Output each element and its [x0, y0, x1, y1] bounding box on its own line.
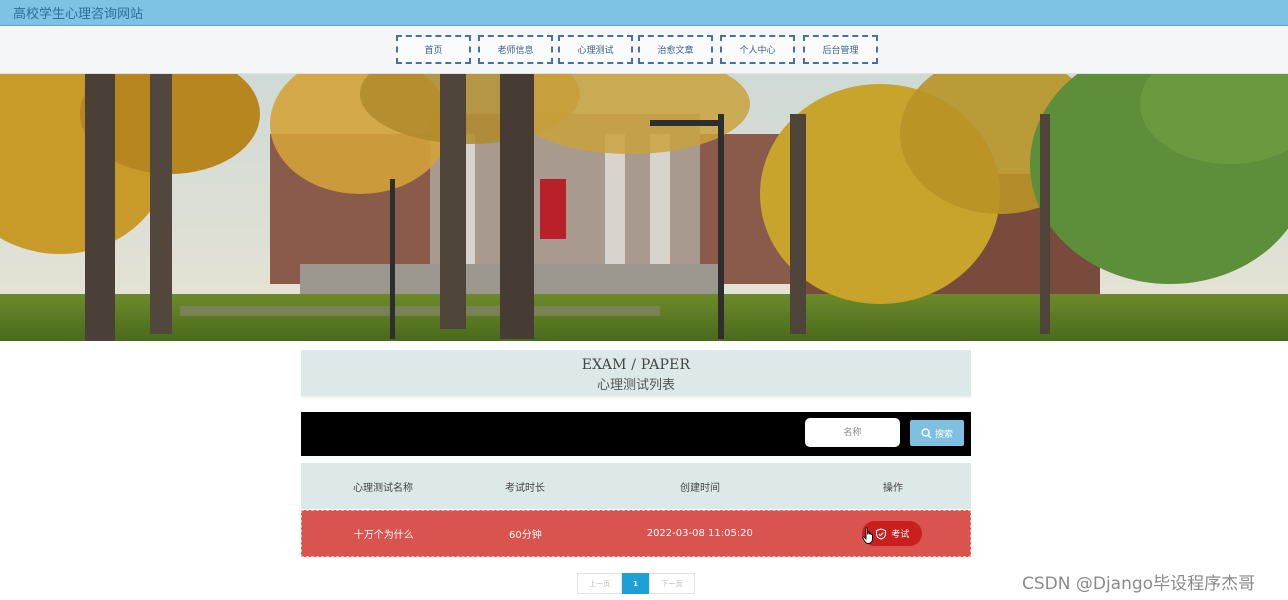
prev-page-button[interactable]: 上一页 [577, 573, 622, 594]
header-name: 心理测试名称 [353, 482, 413, 494]
search-button-label: 搜索 [934, 429, 953, 440]
banner-carousel[interactable] [0, 74, 1288, 341]
top-header-bar: 高校学生心理咨询网站 [0, 0, 1288, 26]
cell-action: 考试 [814, 521, 970, 546]
search-bar: 搜索 [301, 412, 971, 456]
pagination: 上一页 1 下一页 [577, 573, 695, 594]
search-button[interactable]: 搜索 [910, 420, 964, 446]
nav-item-teachers[interactable]: 老师信息 [478, 35, 553, 64]
exam-button[interactable]: 考试 [862, 521, 923, 546]
section-heading: EXAM / PAPER 心理测试列表 [301, 350, 971, 398]
nav-item-articles[interactable]: 治愈文章 [638, 35, 713, 64]
hand-cursor-icon [862, 527, 874, 544]
exam-table: 心理测试名称 考试时长 创建时间 操作 十万个为什么 60分钟 2022-03-… [301, 463, 971, 557]
cell-created: 2022-03-08 11:05:20 [646, 528, 753, 539]
nav-item-admin[interactable]: 后台管理 [803, 35, 878, 64]
section-title-en: EXAM / PAPER [581, 357, 691, 373]
table-row[interactable]: 十万个为什么 60分钟 2022-03-08 11:05:20 考试 [301, 510, 971, 557]
watermark: CSDN @Django毕设程序杰哥 [1022, 574, 1256, 594]
header-action: 操作 [883, 482, 903, 494]
next-page-button[interactable]: 下一页 [649, 573, 695, 594]
header-created: 创建时间 [680, 482, 720, 494]
header-duration: 考试时长 [505, 482, 545, 494]
exam-button-label: 考试 [891, 530, 910, 540]
page-1-button[interactable]: 1 [622, 573, 649, 594]
campus-photo [0, 74, 1288, 341]
search-icon [921, 427, 932, 439]
main-nav: 首页 老师信息 心理测试 治愈文章 个人中心 后台管理 [0, 26, 1288, 74]
table-header: 心理测试名称 考试时长 创建时间 操作 [301, 463, 971, 509]
search-input[interactable] [805, 418, 900, 447]
shield-check-icon [876, 527, 887, 540]
cell-duration: 60分钟 [508, 530, 542, 541]
nav-item-psych-test[interactable]: 心理测试 [558, 35, 633, 64]
nav-item-profile[interactable]: 个人中心 [720, 35, 795, 64]
site-title: 高校学生心理咨询网站 [13, 7, 144, 22]
section-title-zh: 心理测试列表 [596, 378, 675, 393]
nav-item-home[interactable]: 首页 [396, 35, 471, 64]
cell-name: 十万个为什么 [353, 530, 414, 541]
